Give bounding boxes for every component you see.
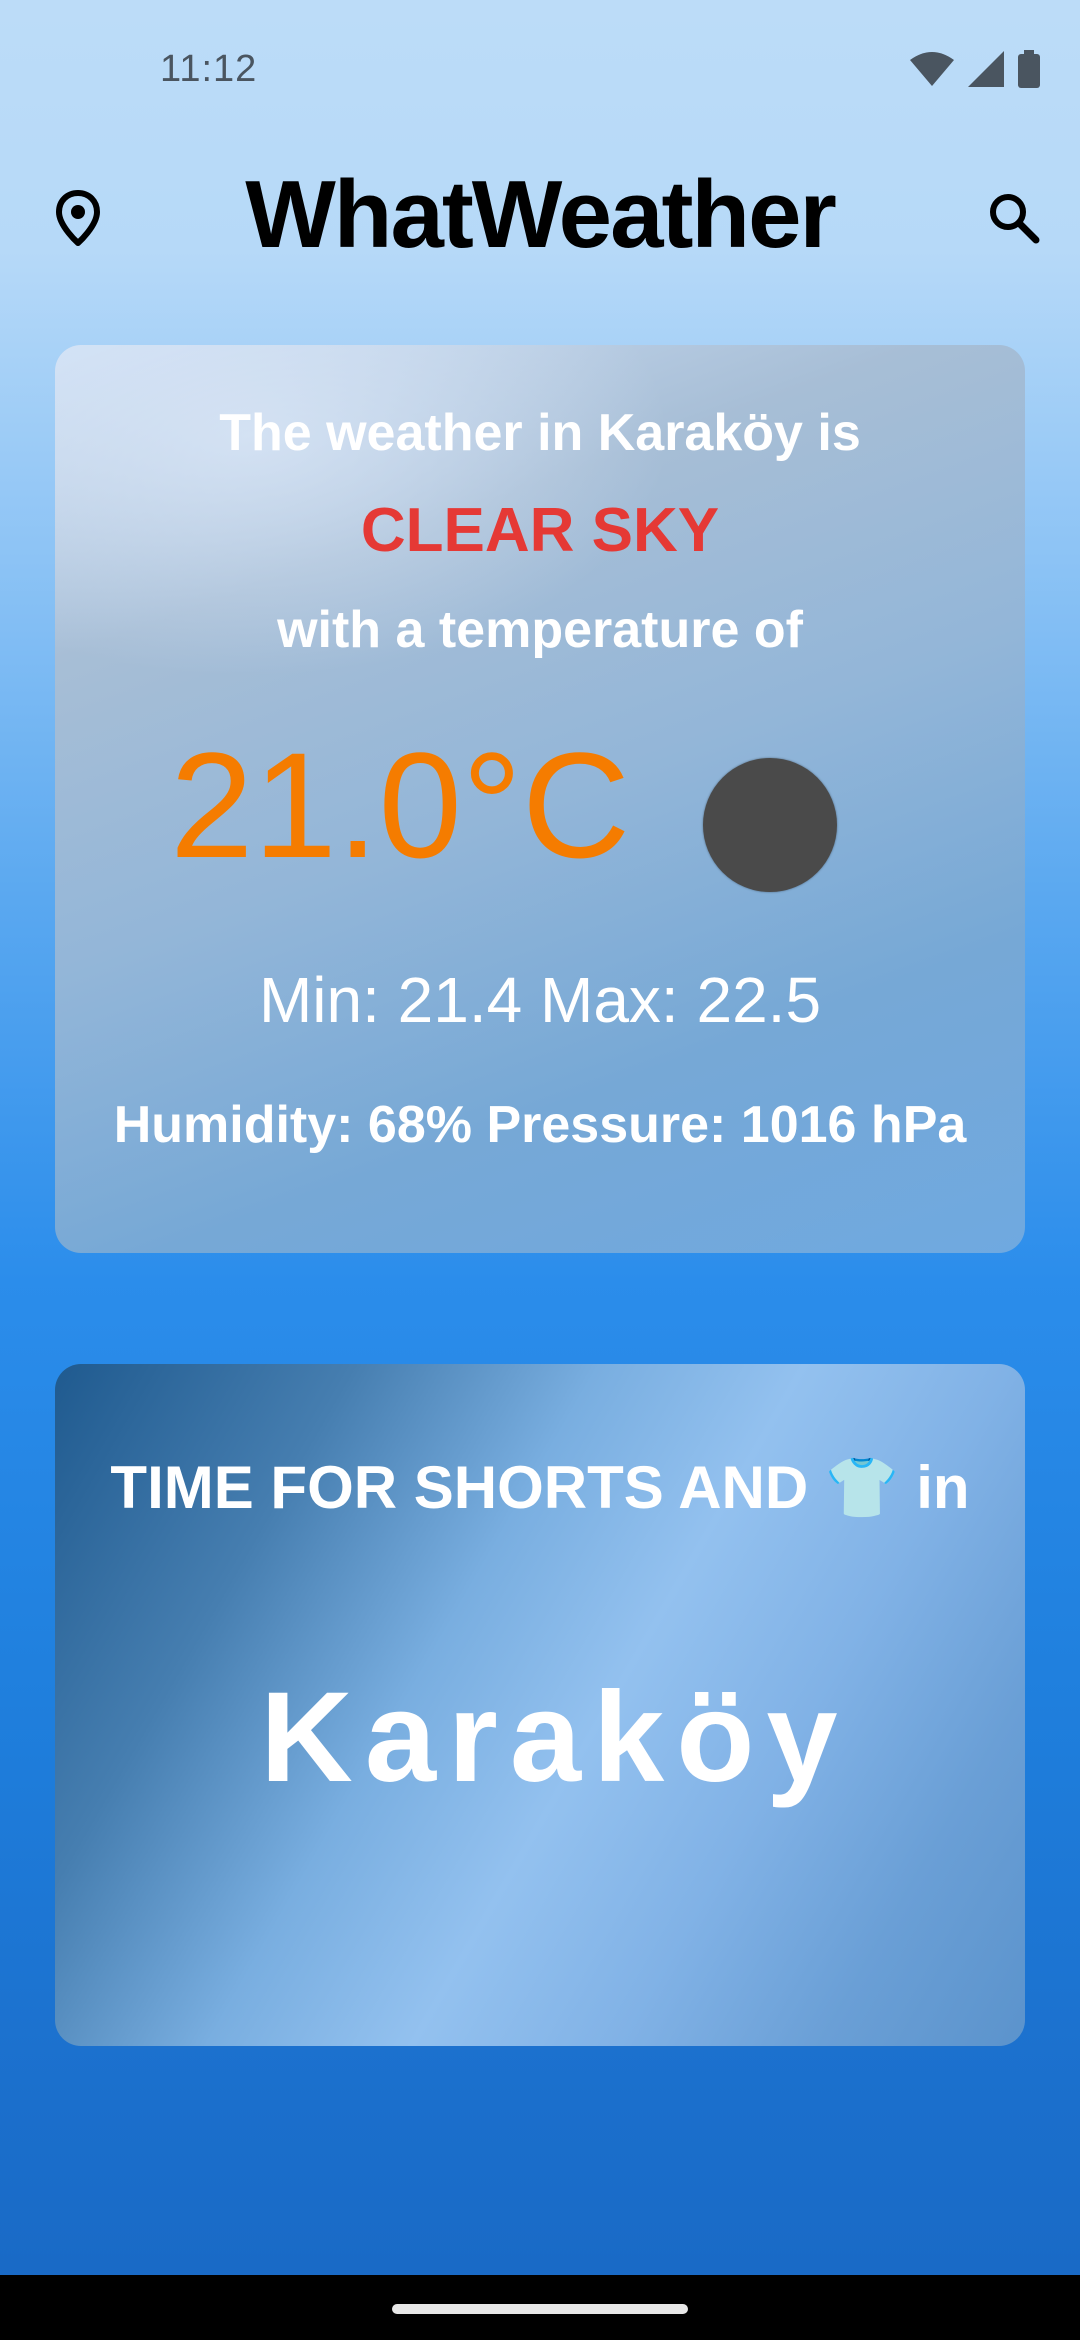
clothing-advice-card: TIME FOR SHORTS AND 👕 in Karaköy — [55, 1364, 1025, 2046]
app-title: WhatWeather — [245, 161, 837, 268]
min-max-temperature: Min: 21.4 Max: 22.5 — [258, 964, 822, 1036]
navigation-bar — [0, 2275, 1080, 2340]
temperature-value: 21.0°C — [170, 721, 631, 889]
weather-card: The weather in Karaköy is CLEAR SKY with… — [55, 345, 1025, 1253]
humidity-pressure: Humidity: 68% Pressure: 1016 hPa — [113, 1096, 967, 1154]
status-bar: 11:12 — [0, 0, 1080, 140]
home-indicator[interactable] — [392, 2304, 688, 2314]
weather-condition-icon — [703, 758, 837, 892]
weather-intro-text: The weather in Karaköy is — [219, 404, 861, 462]
battery-icon — [1018, 50, 1040, 88]
weather-condition: CLEAR SKY — [360, 496, 720, 565]
status-time: 11:12 — [160, 48, 258, 90]
status-icons — [910, 50, 1040, 88]
search-button[interactable] — [976, 180, 1052, 256]
advice-city-name: Karaköy — [260, 1666, 850, 1809]
temperature-intro-text: with a temperature of — [277, 601, 803, 659]
app-bar: WhatWeather — [0, 150, 1080, 275]
clothing-advice-text: TIME FOR SHORTS AND 👕 in — [110, 1454, 970, 1521]
search-icon — [990, 194, 1040, 244]
wifi-icon — [910, 52, 954, 86]
cellular-signal-icon — [968, 51, 1004, 87]
